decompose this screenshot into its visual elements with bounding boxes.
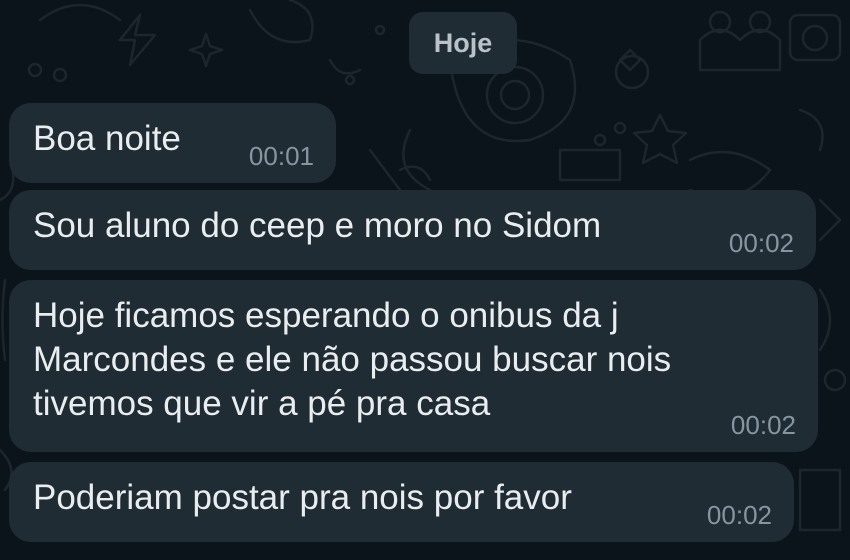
- message-timestamp: 00:02: [728, 228, 794, 258]
- message-bubble[interactable]: Hoje ficamos esperando o onibus da j Mar…: [9, 280, 818, 452]
- message-timestamp: 00:02: [706, 500, 772, 530]
- message-bubble[interactable]: Poderiam postar pra nois por favor 00:02: [9, 462, 794, 542]
- message-text: Sou aluno do ceep e moro no Sidom: [33, 206, 602, 245]
- message-bubble[interactable]: Sou aluno do ceep e moro no Sidom 00:02: [9, 190, 816, 270]
- message-text: Poderiam postar pra nois por favor: [33, 478, 572, 517]
- message-timestamp: 00:01: [248, 141, 314, 171]
- message-bubble[interactable]: Boa noite 00:01: [9, 103, 336, 183]
- message-timestamp: 00:02: [730, 410, 796, 440]
- date-separator: Hoje: [409, 12, 517, 74]
- message-text: Hoje ficamos esperando o onibus da j Mar…: [33, 296, 672, 423]
- chat-area: Hoje Boa noite 00:01 Sou aluno do ceep e…: [0, 0, 850, 560]
